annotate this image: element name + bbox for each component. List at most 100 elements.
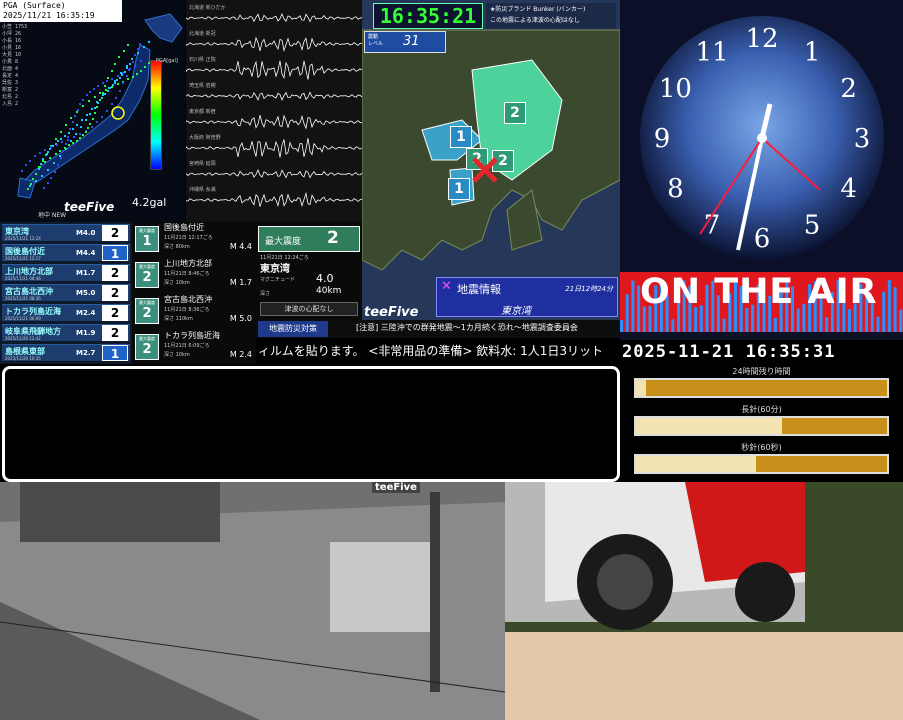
quake-list-row[interactable]: 国後島付近 2025/11/21 12:17 M4.4 1 — [2, 244, 130, 261]
station-dot — [142, 46, 145, 49]
max-intensity-label: 最大震度 — [265, 237, 302, 247]
station-dot — [80, 119, 83, 122]
waveform-trace — [186, 60, 362, 80]
station-dot — [70, 117, 73, 119]
audio-level-bar — [887, 280, 891, 332]
kanto-intensity-map: 16:35:21 ★防災ブランド Bunker (バンカー) この地震による津波… — [362, 0, 620, 320]
station-dot — [109, 86, 112, 89]
clock-number: 12 — [745, 24, 778, 54]
station-dot — [46, 181, 49, 184]
audio-level-bar — [620, 320, 623, 332]
event-place: 宮古島北西沖 — [164, 295, 212, 304]
station-dot — [75, 110, 78, 113]
waveform-panel: 北海道 新ひだか 北海道 新冠 石川県 正院 埼玉県 岩槻 東京都 新宿 大阪府 阿倍野宮… — [186, 0, 362, 222]
quake-date: 2025/11/21 06:09 — [5, 316, 41, 321]
progress-label: 秒針(60秒) — [741, 443, 782, 452]
event-place: 国後島付近 — [164, 223, 204, 232]
station-dot — [62, 150, 65, 153]
event-time: 11月21日 12:17ごろ — [164, 235, 213, 241]
station-dot — [90, 125, 93, 128]
event-item[interactable]: 最大震度 1 国後島付近 11月21日 12:17ごろ 深さ 80km M 4.4 — [132, 222, 256, 258]
station-dot — [47, 150, 50, 153]
station-dot — [116, 83, 119, 86]
station-dot — [90, 107, 93, 110]
onair-text: ON THE AIR — [640, 272, 878, 312]
quake-intensity-badge: 2 — [102, 305, 128, 321]
event-intensity-box: 最大震度 2 — [135, 334, 159, 360]
clock-number: 2 — [840, 74, 857, 104]
station-dot — [138, 42, 141, 45]
quake-location: 東京湾 — [260, 264, 290, 275]
station-dot — [110, 69, 113, 72]
tsunami-note: 津波の心配なし — [260, 302, 358, 316]
waveform-trace — [186, 168, 362, 179]
quake-magnitude: M2.4 — [76, 309, 96, 317]
station-dot — [32, 178, 35, 181]
station-dot — [96, 105, 99, 108]
quake-list-row[interactable]: 宮古島北西沖 2025/11/21 08:36 M5.0 2 — [2, 284, 130, 301]
shake-level-caption-2: レベル — [368, 41, 384, 47]
quake-list-row[interactable]: トカラ列島近海 2025/11/21 06:09 M2.4 2 — [2, 304, 130, 321]
event-item[interactable]: 最大震度 2 トカラ列島近海 11月21日 6:09ごろ 深さ 10km M 2.4 — [132, 330, 256, 364]
event-intensity-box: 最大震度 1 — [135, 226, 159, 252]
quake-list-row[interactable]: 岐阜県飛騨地方 2025/11/20 12:42 M1.9 2 — [2, 324, 130, 341]
progress-bar — [634, 454, 889, 474]
caption-box — [2, 366, 620, 482]
station-dot — [116, 79, 119, 82]
clock-number: 11 — [695, 37, 728, 67]
station-dot — [27, 187, 30, 190]
audio-level-bar — [876, 316, 880, 332]
quake-list-row[interactable]: 東京湾 2025/11/21 12:24 M4.0 2 — [2, 224, 130, 241]
station-dot — [119, 72, 122, 75]
event-magnitude: M 4.4 — [229, 242, 252, 251]
station-dot — [38, 151, 41, 154]
station-dot — [24, 164, 27, 167]
sponsor-banner: ★防災ブランド Bunker (バンカー) この地震による津波の心配はなし — [486, 3, 616, 29]
news-ticker: 地震防災対策 [注意] 三陸沖での群発地震〜1カ月続く恐れ〜地震調査委員会 — [256, 320, 620, 338]
event-intensity-box: 最大震度 2 — [135, 298, 159, 324]
station-dot — [92, 87, 95, 90]
station-dot — [35, 180, 38, 183]
audio-level-bar — [625, 294, 629, 332]
audio-level-bar — [882, 291, 886, 332]
station-dot — [87, 126, 90, 129]
analog-clock-panel: 12 1 2 3 4 5 6 7 8 9 10 11 ON THE AIR — [620, 0, 903, 340]
datetime-display: 2025-11-21 16:35:31 — [620, 340, 903, 366]
station-dot — [44, 161, 47, 164]
station-dot — [55, 143, 58, 146]
ticker-message: [注意] 三陸沖での群発地震〜1カ月続く恐れ〜地震調査委員会 — [356, 323, 578, 332]
station-dot — [29, 185, 32, 188]
waveform-trace — [186, 91, 362, 101]
waveform-label: 東京都 新宿 — [189, 109, 216, 115]
station-dot — [64, 142, 67, 145]
station-dot — [140, 69, 143, 72]
epicenter-icon — [472, 157, 498, 183]
intensity-marker: 1 — [448, 178, 470, 200]
quake-magnitude: M1.9 — [76, 329, 96, 337]
station-dot — [128, 67, 131, 70]
station-dot — [103, 93, 106, 96]
event-item[interactable]: 最大震度 2 宮古島北西沖 11月21日 8:36ごろ 深さ 110km M 5.0 — [132, 294, 256, 330]
station-dot — [59, 157, 62, 160]
magnitude-value: 4.0 — [316, 272, 334, 285]
quake-list-row[interactable]: 上川地方北部 2025/11/21 08:46 M1.7 2 — [2, 264, 130, 281]
station-dot — [147, 40, 150, 43]
station-dot — [89, 90, 92, 93]
station-dot — [64, 123, 67, 126]
quake-intensity-badge: 2 — [102, 225, 128, 241]
clock-number: 1 — [804, 37, 821, 67]
audio-level-bar — [671, 319, 675, 332]
station-dot — [129, 63, 132, 66]
quake-list-row[interactable]: 島根県東部 2025/11/20 10:35 M2.7 1 — [2, 344, 130, 361]
station-dot — [118, 56, 121, 59]
event-item[interactable]: 最大震度 2 上川地方北部 11月21日 8:46ごろ 深さ 10km M 1.7 — [132, 258, 256, 294]
audio-level-bar — [893, 287, 897, 332]
station-dot — [93, 106, 96, 109]
quake-intensity-badge: 1 — [102, 345, 128, 361]
audio-level-bar — [825, 317, 829, 332]
station-dot — [63, 135, 66, 138]
intensity-marker: 1 — [450, 126, 472, 148]
station-dot — [134, 54, 137, 57]
station-dot — [125, 65, 128, 68]
station-dot — [84, 130, 87, 133]
